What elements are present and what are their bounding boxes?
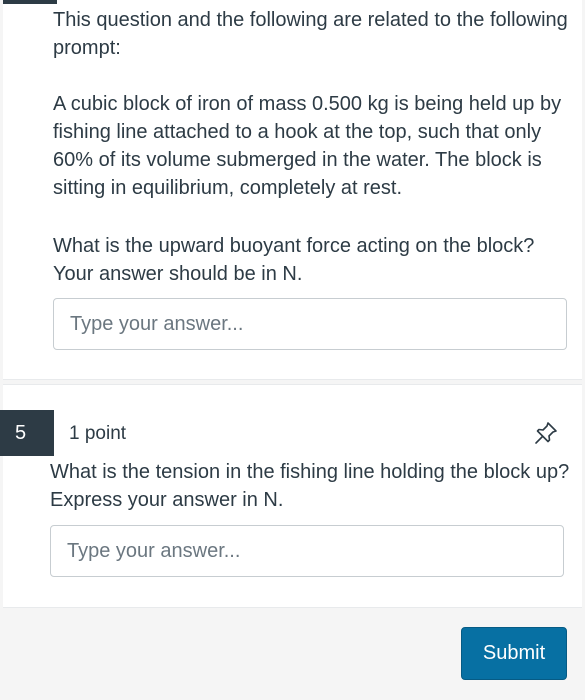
- question-5-number-badge: 5: [0, 410, 54, 456]
- question-4-card: This question and the following are rela…: [3, 0, 582, 380]
- question-4-text: What is the upward buoyant force acting …: [53, 235, 535, 285]
- question-5-answer-input[interactable]: [50, 525, 564, 577]
- quiz-page: This question and the following are rela…: [0, 0, 585, 700]
- submit-button[interactable]: Submit: [461, 627, 567, 680]
- question-number-tab: [3, 0, 57, 4]
- prompt-intro-text: This question and the following are rela…: [53, 9, 568, 59]
- question-4-answer-input[interactable]: [53, 298, 567, 350]
- pin-icon[interactable]: [533, 420, 559, 446]
- question-5-text: What is the tension in the fishing line …: [50, 461, 570, 511]
- prompt-body-text: A cubic block of iron of mass 0.500 kg i…: [53, 93, 562, 199]
- question-5-points: 1 point: [69, 423, 127, 444]
